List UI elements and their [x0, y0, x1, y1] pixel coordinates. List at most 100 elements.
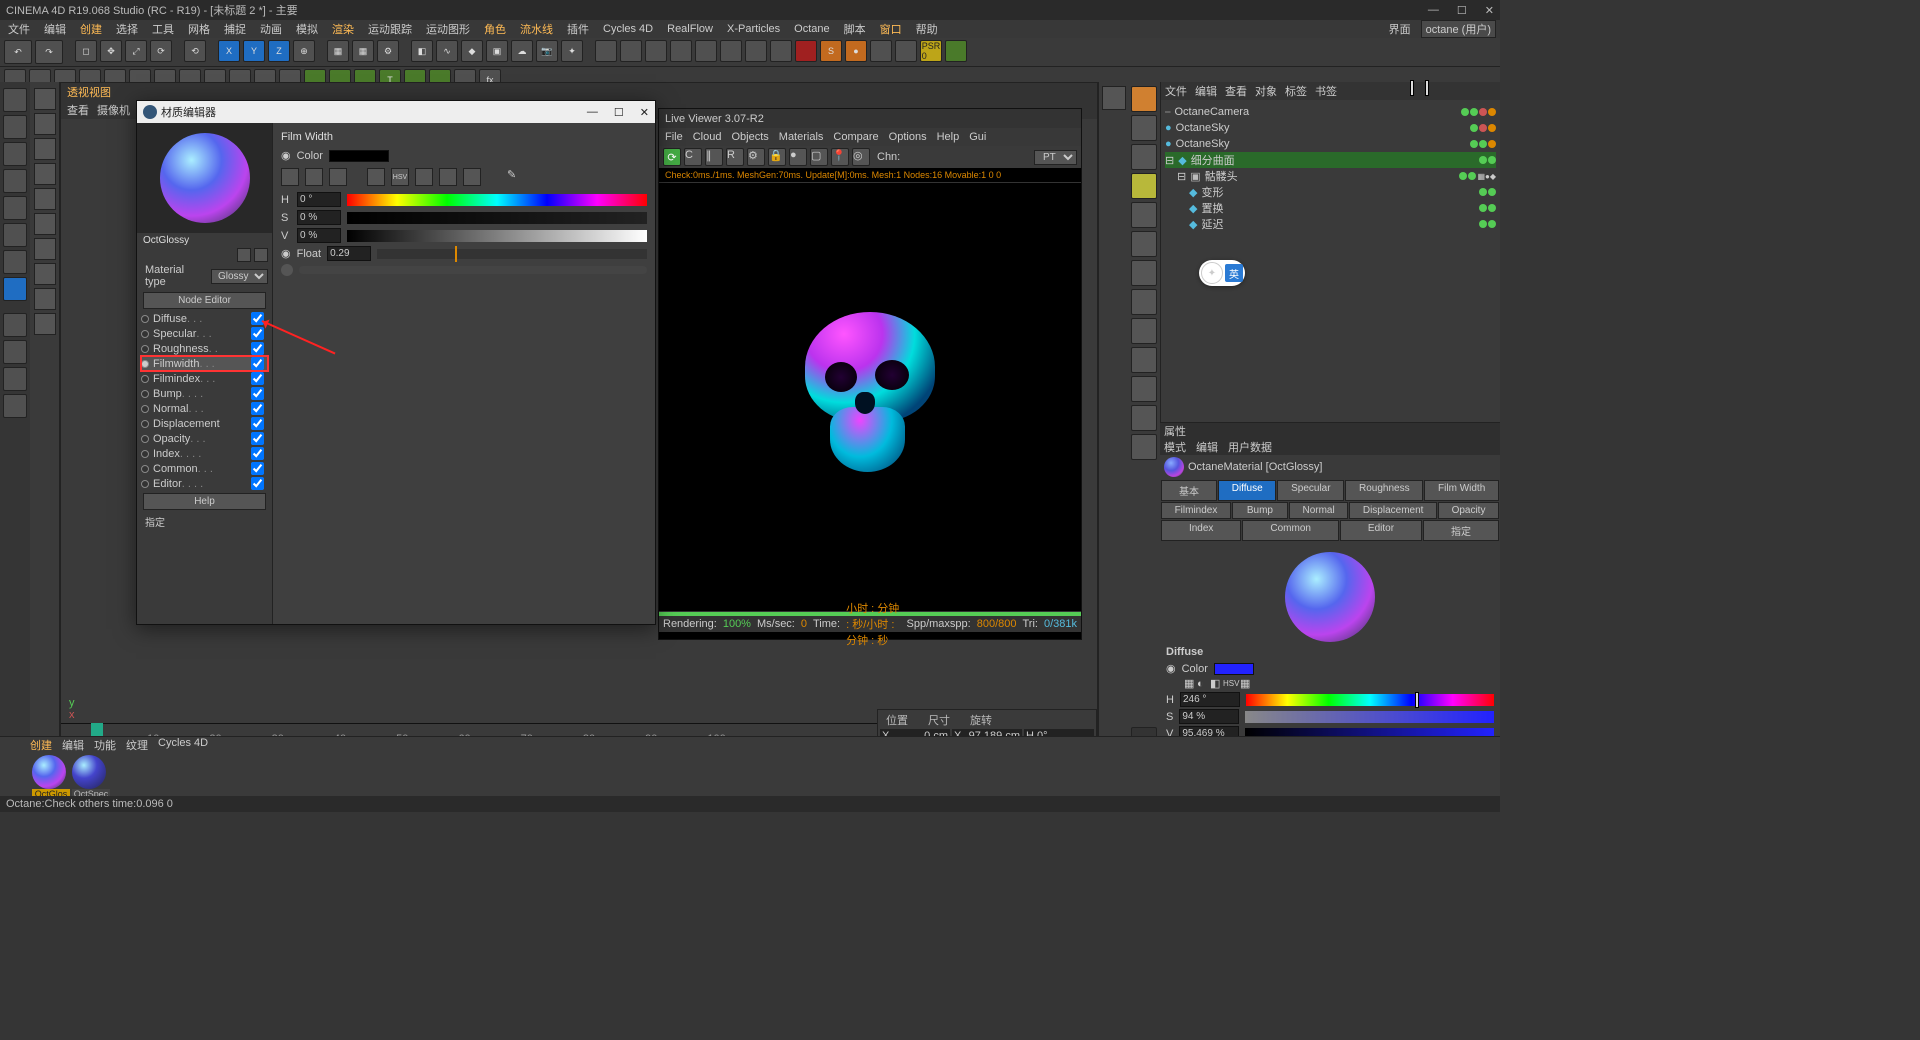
rt-f[interactable] — [1131, 231, 1157, 257]
edge-mode[interactable] — [3, 196, 27, 220]
camera-button[interactable]: 📷 — [536, 40, 558, 62]
tree-item[interactable]: OctaneSky — [1176, 138, 1230, 150]
menu-mograph[interactable]: 运动图形 — [422, 21, 474, 37]
lt2-j[interactable] — [34, 313, 56, 335]
render-settings-button[interactable]: ⚙ — [377, 40, 399, 62]
lt2-i[interactable] — [34, 288, 56, 310]
assign-label[interactable]: 指定 — [137, 512, 272, 531]
tool-j[interactable] — [895, 40, 917, 62]
menu-xparticles[interactable]: X-Particles — [723, 23, 784, 35]
tab-diffuse[interactable]: Diffuse — [1218, 480, 1276, 501]
lt2-g[interactable] — [34, 238, 56, 260]
axis-z-button[interactable]: Z — [268, 40, 290, 62]
lv-menu-objects[interactable]: Objects — [731, 131, 768, 143]
s-input[interactable] — [1179, 709, 1239, 724]
me-maximize-button[interactable]: ☐ — [614, 106, 624, 119]
mv-a[interactable] — [1102, 86, 1126, 110]
tool-a[interactable] — [595, 40, 617, 62]
tab-filmwidth[interactable]: Film Width — [1424, 480, 1499, 501]
axis-world-button[interactable]: ⊕ — [293, 40, 315, 62]
light-button[interactable]: ✦ — [561, 40, 583, 62]
vp-menu-cam[interactable]: 摄像机 — [97, 102, 130, 118]
tab-displacement[interactable]: Displacement — [1349, 502, 1437, 519]
tool-e[interactable] — [695, 40, 717, 62]
chan-editor[interactable]: Editor — [153, 478, 182, 490]
tool-d[interactable] — [670, 40, 692, 62]
psr-button[interactable]: PSR0 — [920, 40, 942, 62]
lt2-f[interactable] — [34, 213, 56, 235]
menu-window[interactable]: 窗口 — [876, 21, 906, 37]
mb-tab-cycles[interactable]: Cycles 4D — [158, 737, 208, 753]
rt-c[interactable] — [1131, 144, 1157, 170]
me-v-slider[interactable] — [347, 230, 647, 242]
h-slider[interactable] — [1246, 694, 1494, 706]
chan-specular[interactable]: Specular — [153, 328, 196, 340]
lv-menu-file[interactable]: File — [665, 131, 683, 143]
chan-filmwidth[interactable]: Filmwidth — [153, 358, 199, 370]
menu-help[interactable]: 帮助 — [912, 21, 942, 37]
material-thumb[interactable]: OctGlos — [32, 755, 70, 799]
close-button[interactable]: ✕ — [1485, 4, 1494, 17]
menu-render[interactable]: 渲染 — [328, 21, 358, 37]
me-minimize-button[interactable]: — — [587, 106, 598, 119]
prim-cube-button[interactable]: ◧ — [411, 40, 433, 62]
h-input[interactable] — [1180, 692, 1240, 707]
menu-realflow[interactable]: RealFlow — [663, 23, 717, 35]
tab-basic[interactable]: 基本 — [1161, 480, 1217, 501]
rt-b[interactable] — [1131, 115, 1157, 141]
minimize-button[interactable]: — — [1428, 4, 1439, 17]
me-h-slider[interactable] — [347, 194, 647, 206]
render-pv-button[interactable]: ▦ — [352, 40, 374, 62]
tex-mode[interactable] — [3, 142, 27, 166]
chan-opacity[interactable]: Opacity — [153, 433, 190, 445]
history-icon[interactable]: ⟲ — [184, 40, 206, 62]
menu-create[interactable]: 创建 — [76, 21, 106, 37]
menu-cycles[interactable]: Cycles 4D — [599, 23, 657, 35]
model-mode[interactable] — [3, 88, 27, 112]
menu-octane[interactable]: Octane — [790, 23, 833, 35]
lv-restart-icon[interactable]: C — [684, 148, 702, 166]
lt2-h[interactable] — [34, 263, 56, 285]
redo-button[interactable]: ↷ — [35, 40, 63, 64]
chan-normal[interactable]: Normal — [153, 403, 188, 415]
snap-b[interactable] — [3, 340, 27, 364]
lt2-b[interactable] — [34, 113, 56, 135]
chan-displacement[interactable]: Displacement — [153, 418, 220, 430]
tool-k[interactable] — [945, 40, 967, 62]
lv-render-canvas[interactable] — [659, 182, 1081, 612]
tab-bump[interactable]: Bump — [1232, 502, 1288, 519]
me-float-slider[interactable] — [377, 249, 647, 259]
mb-tab-tex[interactable]: 纹理 — [126, 737, 148, 753]
lv-region-icon[interactable]: R — [726, 148, 744, 166]
live-viewer-window[interactable]: Live Viewer 3.07-R2 File Cloud Objects M… — [658, 108, 1082, 640]
tool-c[interactable] — [645, 40, 667, 62]
lv-sphere-icon[interactable]: ● — [789, 148, 807, 166]
lv-lock-icon[interactable]: 🔒 — [768, 148, 786, 166]
picker-d-icon[interactable] — [367, 168, 385, 186]
object-mode[interactable] — [3, 115, 27, 139]
tool-f[interactable] — [720, 40, 742, 62]
me-s-input[interactable] — [297, 210, 341, 225]
spline-button[interactable]: ∿ — [436, 40, 458, 62]
s-slider[interactable] — [1245, 711, 1494, 723]
tree-item[interactable]: OctaneCamera — [1175, 106, 1250, 118]
tab-specular[interactable]: Specular — [1277, 480, 1344, 501]
poly-mode[interactable] — [3, 223, 27, 247]
mb-tab-func[interactable]: 功能 — [94, 737, 116, 753]
menu-pipeline[interactable]: 流水线 — [516, 21, 557, 37]
chan-roughness[interactable]: Roughness — [153, 343, 209, 355]
chan-bump[interactable]: Bump — [153, 388, 182, 400]
tab-normal[interactable]: Normal — [1289, 502, 1348, 519]
lv-pin-icon[interactable]: 📍 — [831, 148, 849, 166]
snap-a[interactable] — [3, 313, 27, 337]
me-close-button[interactable]: ✕ — [640, 106, 649, 119]
lt2-c[interactable] — [34, 138, 56, 160]
rt-orange[interactable] — [1131, 86, 1157, 112]
color-swatch[interactable] — [1214, 663, 1254, 675]
hsv-icon[interactable]: HSV — [391, 168, 409, 186]
tree-item[interactable]: 细分曲面 — [1191, 152, 1235, 168]
menu-sim[interactable]: 模拟 — [292, 21, 322, 37]
menu-select[interactable]: 选择 — [112, 21, 142, 37]
tab-common[interactable]: Common — [1242, 520, 1339, 541]
scale-tool[interactable]: ⤢ — [125, 40, 147, 62]
